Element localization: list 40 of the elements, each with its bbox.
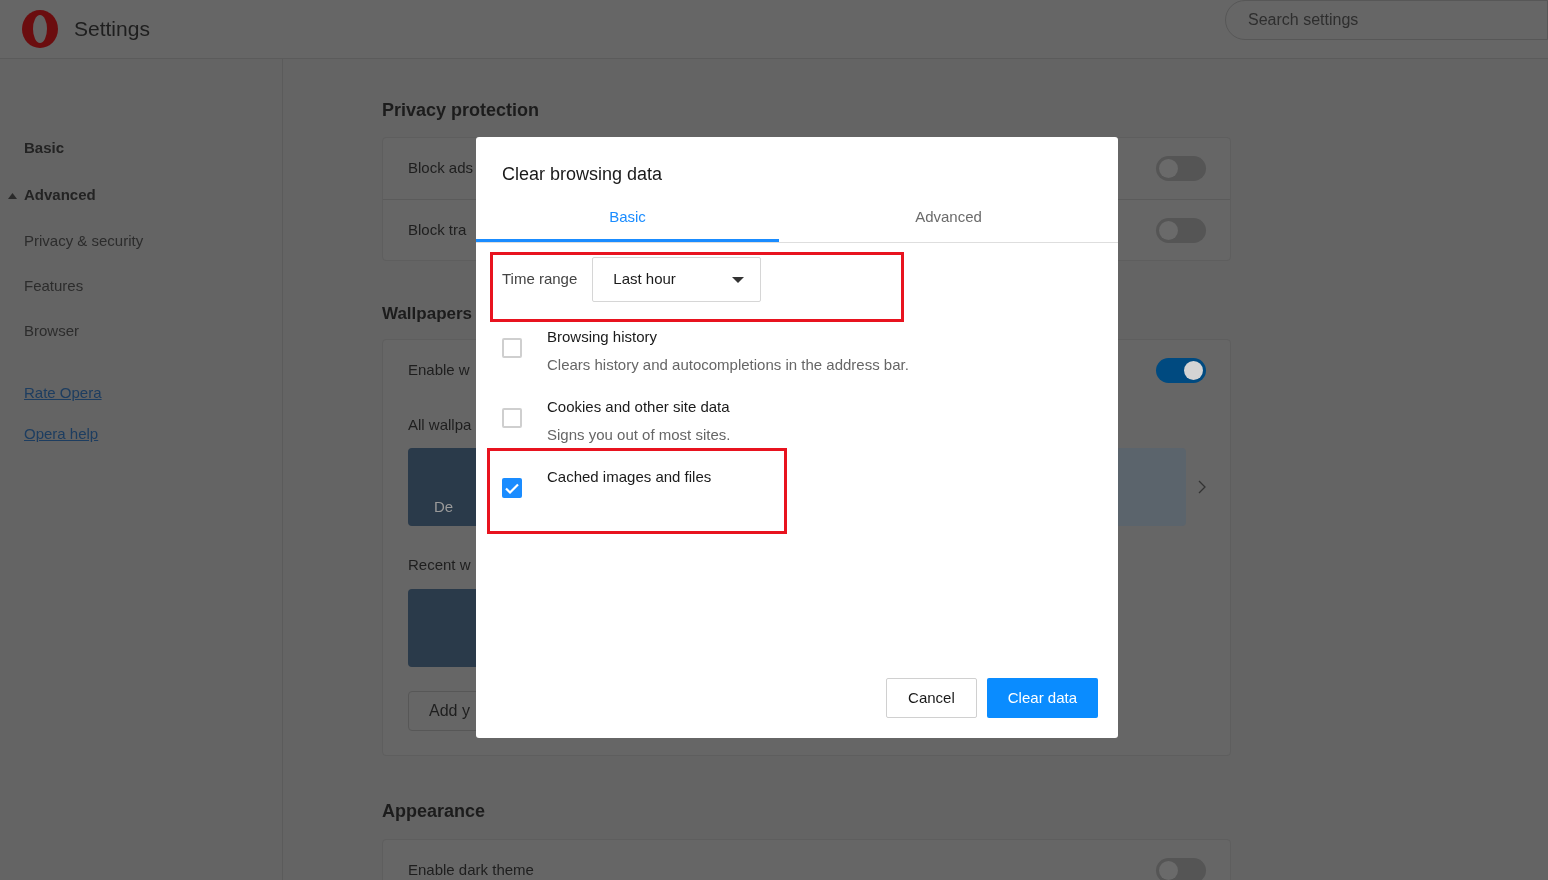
option-title: Cached images and files: [547, 467, 712, 487]
toggle-switch[interactable]: [1156, 358, 1206, 383]
section-title: Privacy protection: [382, 99, 541, 122]
time-range-dropdown[interactable]: Last hour: [592, 257, 762, 302]
setting-label: All wallpa: [408, 414, 472, 435]
cancel-button[interactable]: Cancel: [886, 678, 977, 718]
setting-label: Recent w: [408, 555, 471, 575]
setting-label: Block tra: [408, 219, 467, 240]
option-title: Browsing history: [547, 327, 659, 347]
help-link[interactable]: Opera help: [24, 422, 99, 445]
thumbnail-caption: De: [434, 496, 454, 517]
sidebar-item[interactable]: Browser: [24, 320, 79, 343]
checkbox[interactable]: [502, 338, 522, 358]
dialog-title: Clear browsing data: [501, 163, 664, 186]
checkmark-icon: [505, 482, 519, 494]
setting-label: Enable dark theme: [408, 859, 534, 880]
clear-data-button[interactable]: Clear data: [986, 678, 1098, 718]
option-title: Cookies and other site data: [547, 397, 731, 417]
page-title: Settings: [74, 16, 150, 43]
dialog-tab[interactable]: Advanced: [779, 197, 1118, 242]
setting-label: Block ads: [408, 158, 474, 179]
option-description: Clears history and autocompletions in the address bar.: [547, 354, 909, 375]
setting-label: Enable w: [408, 360, 470, 381]
search-field[interactable]: Search settings: [1225, 0, 1548, 40]
section-title: Wallpapers: [382, 303, 474, 325]
dialog-tab[interactable]: Basic: [476, 197, 779, 242]
sidebar-item[interactable]: Features: [24, 275, 84, 298]
section-title: Appearance: [382, 799, 487, 823]
sidebar-item[interactable]: Privacy & security: [24, 230, 144, 253]
dropdown-caret-icon: [732, 276, 745, 283]
sidebar-section[interactable]: Basic: [24, 137, 65, 160]
wallpaper-thumbnail[interactable]: [1116, 448, 1186, 526]
sidebar-section[interactable]: Advanced: [24, 184, 96, 207]
opera-logo-icon: [20, 9, 60, 49]
time-range-label: Time range: [502, 269, 578, 290]
chevron-right-icon[interactable]: [1198, 480, 1206, 494]
checkbox[interactable]: [502, 478, 522, 498]
option-description: Signs you out of most sites.: [547, 424, 731, 445]
checkbox[interactable]: [502, 408, 522, 428]
help-link[interactable]: Rate Opera: [24, 382, 102, 405]
